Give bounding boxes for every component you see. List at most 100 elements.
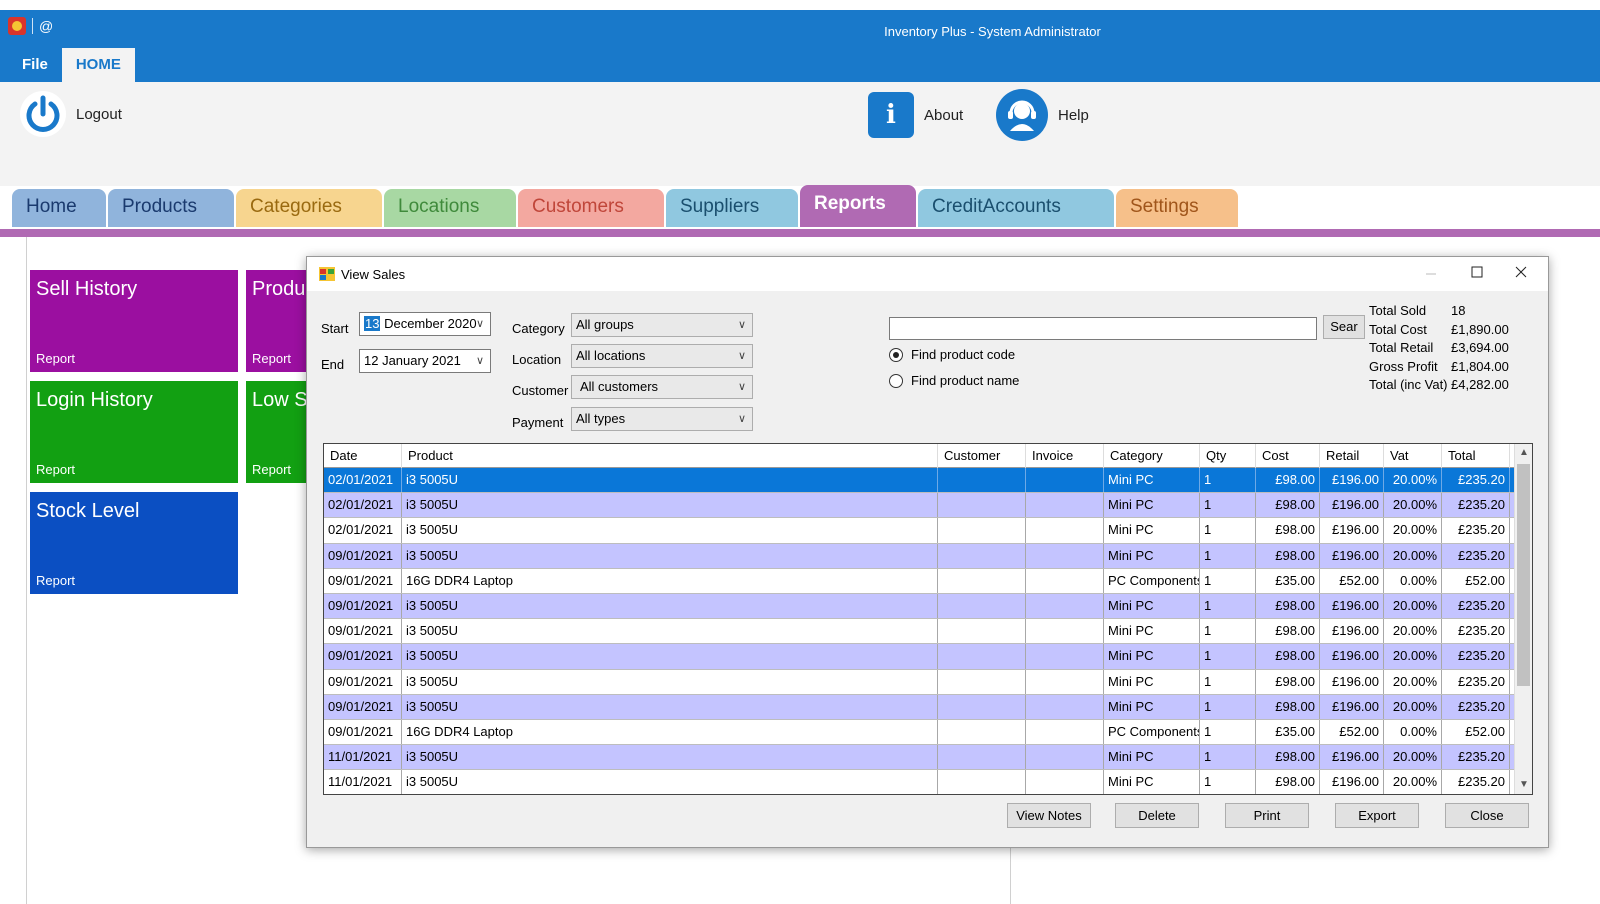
scroll-thumb[interactable] xyxy=(1517,464,1530,686)
table-row[interactable]: 09/01/2021 i3 5005U Mini PC 1 £98.00 £196.00 2… xyxy=(324,669,1514,695)
tile-low-stock[interactable]: Low S Report xyxy=(246,381,308,483)
table-row[interactable]: 09/01/2021 i3 5005U Mini PC 1 £98.00 £196.00 2… xyxy=(324,543,1514,569)
cell-product: 16G DDR4 Laptop xyxy=(402,568,938,593)
grid-vertical-scrollbar[interactable]: ▲ ▼ xyxy=(1514,444,1532,794)
cell-invoice xyxy=(1026,745,1104,770)
cell-qty: 1 xyxy=(1200,619,1256,644)
category-select[interactable]: All groups ∨ xyxy=(571,313,753,337)
tile-title: Sell History xyxy=(36,278,138,300)
close-window-button[interactable] xyxy=(1498,257,1544,287)
ribbon-tabs: File HOME xyxy=(8,48,135,82)
location-select[interactable]: All locations ∨ xyxy=(571,344,753,368)
payment-select[interactable]: All types ∨ xyxy=(571,407,753,431)
totals-row: Total Retail £3,694.00 xyxy=(1369,340,1531,359)
maximize-icon xyxy=(1471,266,1483,278)
table-row[interactable]: 02/01/2021 i3 5005U Mini PC 1 £98.00 £196.00 2… xyxy=(324,518,1514,544)
customer-label: Customer xyxy=(512,383,569,398)
radio-find-product-name[interactable]: Find product name xyxy=(889,373,1019,388)
table-row[interactable]: 09/01/2021 i3 5005U Mini PC 1 £98.00 £196.00 2… xyxy=(324,644,1514,670)
nav-tab-home[interactable]: Home xyxy=(12,189,106,227)
tile-login-history[interactable]: Login History Report xyxy=(30,381,238,483)
minimize-button[interactable] xyxy=(1408,257,1454,287)
cell-retail: £196.00 xyxy=(1320,619,1384,644)
cell-vat: 20.00% xyxy=(1384,770,1442,794)
cell-product: i3 5005U xyxy=(402,493,938,518)
cell-date: 02/01/2021 xyxy=(324,468,402,493)
table-row[interactable]: 11/01/2021 i3 5005U Mini PC 1 £98.00 £196.00 2… xyxy=(324,770,1514,794)
cell-cost: £98.00 xyxy=(1256,493,1320,518)
product-search-input[interactable] xyxy=(889,317,1317,340)
cell-product: i3 5005U xyxy=(402,468,938,493)
column-header-qty[interactable]: Qty xyxy=(1200,444,1256,468)
table-row[interactable]: 09/01/2021 16G DDR4 Laptop PC Components 1 £… xyxy=(324,568,1514,594)
column-header-date[interactable]: Date xyxy=(324,444,402,468)
table-row[interactable]: 11/01/2021 i3 5005U Mini PC 1 £98.00 £196.00 2… xyxy=(324,745,1514,771)
scroll-up-icon[interactable]: ▲ xyxy=(1515,444,1532,462)
export-button[interactable]: Export xyxy=(1335,803,1419,828)
customer-select[interactable]: All customers ∨ xyxy=(571,375,753,399)
nav-tab-customers[interactable]: Customers xyxy=(518,189,664,227)
table-row[interactable]: 09/01/2021 i3 5005U Mini PC 1 £98.00 £196.00 2… xyxy=(324,619,1514,645)
table-row[interactable]: 09/01/2021 i3 5005U Mini PC 1 £98.00 £196.00 2… xyxy=(324,594,1514,620)
column-header-invoice[interactable]: Invoice xyxy=(1026,444,1104,468)
close-button[interactable]: Close xyxy=(1445,803,1529,828)
column-header-customer[interactable]: Customer xyxy=(938,444,1026,468)
nav-tab-locations[interactable]: Locations xyxy=(384,189,516,227)
cell-category: Mini PC xyxy=(1104,644,1200,669)
table-row[interactable]: 09/01/2021 16G DDR4 Laptop PC Components 1 £… xyxy=(324,720,1514,746)
start-date-picker[interactable]: 13 December 2020 ∨ xyxy=(359,312,491,336)
column-header-total[interactable]: Total xyxy=(1442,444,1510,468)
table-row[interactable]: 02/01/2021 i3 5005U Mini PC 1 £98.00 £196.00 2… xyxy=(324,493,1514,519)
cell-category: Mini PC xyxy=(1104,468,1200,493)
cell-qty: 1 xyxy=(1200,493,1256,518)
column-header-cost[interactable]: Cost xyxy=(1256,444,1320,468)
column-header-category[interactable]: Category xyxy=(1104,444,1200,468)
cell-date: 09/01/2021 xyxy=(324,594,402,619)
tile-products[interactable]: Produ Report xyxy=(246,270,308,372)
cell-product: i3 5005U xyxy=(402,594,938,619)
cell-total: £235.20 xyxy=(1442,745,1510,770)
cell-total: £52.00 xyxy=(1442,720,1510,745)
table-row[interactable]: 09/01/2021 i3 5005U Mini PC 1 £98.00 £196.00 2… xyxy=(324,694,1514,720)
nav-tab-reports[interactable]: Reports xyxy=(800,185,916,227)
cell-product: i3 5005U xyxy=(402,518,938,543)
tile-stock-level[interactable]: Stock Level Report xyxy=(30,492,238,594)
column-header-vat[interactable]: Vat xyxy=(1384,444,1442,468)
ribbon-tab-file[interactable]: File xyxy=(8,48,62,82)
cell-invoice xyxy=(1026,644,1104,669)
maximize-button[interactable] xyxy=(1454,257,1500,287)
search-button[interactable]: Sear xyxy=(1323,315,1365,339)
help-button[interactable]: Help xyxy=(996,89,1089,141)
logout-button[interactable]: Logout xyxy=(20,91,122,137)
table-row[interactable]: 02/01/2021 i3 5005U Mini PC 1 £98.00 £196.00 2… xyxy=(324,468,1514,494)
cell-date: 09/01/2021 xyxy=(324,694,402,719)
delete-button[interactable]: Delete xyxy=(1115,803,1199,828)
cell-customer xyxy=(938,619,1026,644)
sales-grid[interactable]: Date Product Customer Invoice Category Qty Cos… xyxy=(323,443,1533,795)
cell-qty: 1 xyxy=(1200,694,1256,719)
ribbon-tab-home[interactable]: HOME xyxy=(61,48,135,82)
about-button[interactable]: i About xyxy=(868,92,963,138)
cell-cost: £98.00 xyxy=(1256,543,1320,568)
dialog-title: View Sales xyxy=(341,267,406,282)
nav-tab-products[interactable]: Products xyxy=(108,189,234,227)
scroll-down-icon[interactable]: ▼ xyxy=(1515,776,1532,794)
column-header-product[interactable]: Product xyxy=(402,444,938,468)
print-button[interactable]: Print xyxy=(1225,803,1309,828)
end-date-picker[interactable]: 12 January 2021 ∨ xyxy=(359,349,491,373)
nav-tab-categories[interactable]: Categories xyxy=(236,189,382,227)
about-label: About xyxy=(924,106,964,124)
cell-customer xyxy=(938,745,1026,770)
radio-find-product-code[interactable]: Find product code xyxy=(889,347,1015,362)
column-header-retail[interactable]: Retail xyxy=(1320,444,1384,468)
nav-tab-settings[interactable]: Settings xyxy=(1116,189,1238,227)
cell-category: PC Components xyxy=(1104,720,1200,745)
cell-retail: £196.00 xyxy=(1320,518,1384,543)
tile-sell-history[interactable]: Sell History Report xyxy=(30,270,238,372)
view-notes-button[interactable]: View Notes xyxy=(1007,803,1091,828)
nav-tab-suppliers[interactable]: Suppliers xyxy=(666,189,798,227)
nav-tab-creditaccounts[interactable]: CreditAccounts xyxy=(918,189,1114,227)
cell-customer xyxy=(938,644,1026,669)
cell-retail: £196.00 xyxy=(1320,770,1384,794)
cell-qty: 1 xyxy=(1200,745,1256,770)
